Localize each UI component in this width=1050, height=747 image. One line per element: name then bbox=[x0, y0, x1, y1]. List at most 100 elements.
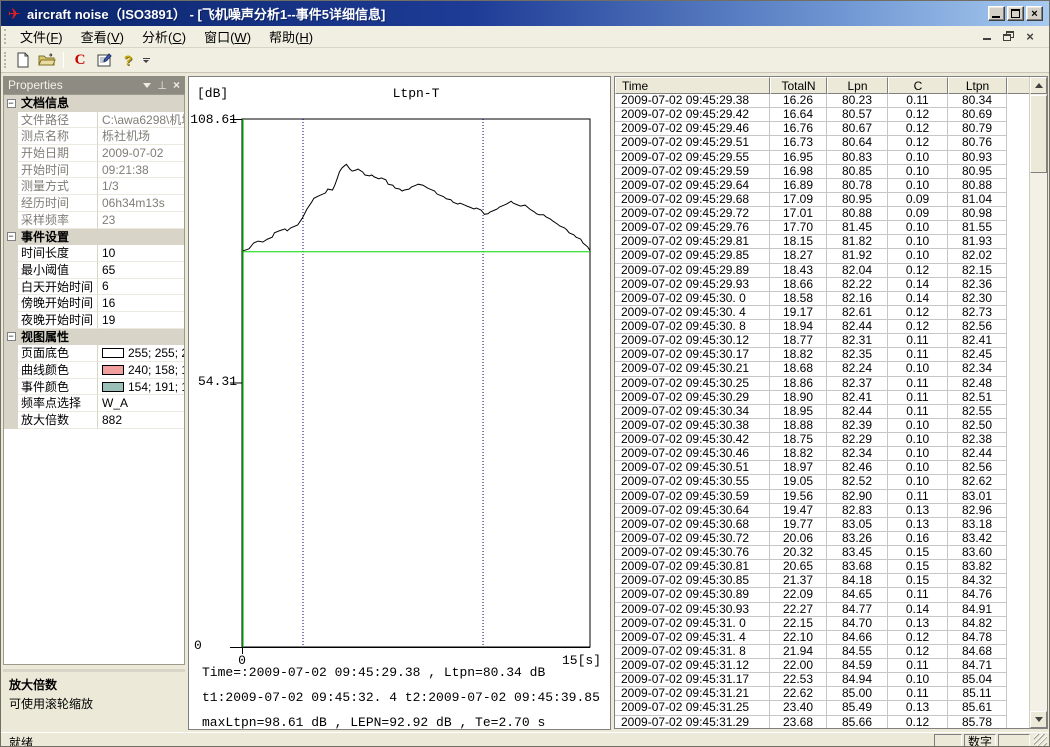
table-row[interactable]: 2009-07-02 09:45:29.5916.9880.850.1080.9… bbox=[615, 165, 1029, 179]
property-value[interactable]: 19 bbox=[98, 312, 184, 329]
column-header-ltpn[interactable]: Ltpn bbox=[948, 77, 1007, 94]
table-row[interactable]: 2009-07-02 09:45:31.1222.0084.590.1184.7… bbox=[615, 659, 1029, 673]
table-row[interactable]: 2009-07-02 09:45:30.3818.8882.390.1082.5… bbox=[615, 419, 1029, 433]
property-value[interactable]: 240; 158; 15 bbox=[98, 362, 184, 379]
menubar-grip[interactable] bbox=[4, 29, 8, 44]
panel-close-icon[interactable]: × bbox=[173, 80, 180, 90]
table-row[interactable]: 2009-07-02 09:45:31.2523.4085.490.1385.6… bbox=[615, 701, 1029, 715]
property-group-header[interactable]: −事件设置 bbox=[4, 229, 184, 246]
scroll-down-button[interactable] bbox=[1030, 711, 1047, 728]
table-row[interactable]: 2009-07-02 09:45:29.7217.0180.880.0980.9… bbox=[615, 207, 1029, 221]
toolbar-grip[interactable] bbox=[4, 52, 8, 69]
column-header-c[interactable]: C bbox=[888, 77, 948, 94]
table-row[interactable]: 2009-07-02 09:45:29.6817.0980.950.0981.0… bbox=[615, 193, 1029, 207]
menu-item[interactable]: 文件(F) bbox=[11, 25, 72, 48]
property-value[interactable]: 23 bbox=[98, 212, 184, 229]
table-row[interactable]: 2009-07-02 09:45:30.2118.6882.240.1082.3… bbox=[615, 362, 1029, 376]
property-group-header[interactable]: −视图属性 bbox=[4, 329, 184, 346]
table-row[interactable]: 2009-07-02 09:45:30.5118.9782.460.1082.5… bbox=[615, 461, 1029, 475]
table-scrollbar[interactable] bbox=[1029, 77, 1047, 728]
chart-plot[interactable] bbox=[189, 77, 610, 729]
property-value[interactable]: 06h34m13s bbox=[98, 195, 184, 212]
table-row[interactable]: 2009-07-02 09:45:31.2923.6885.660.1285.7… bbox=[615, 716, 1029, 730]
table-row[interactable]: 2009-07-02 09:45:29.8118.1581.820.1081.9… bbox=[615, 235, 1029, 249]
property-value[interactable]: W_A bbox=[98, 395, 184, 412]
property-value[interactable]: C:\awa6298\机场 bbox=[98, 112, 184, 129]
table-row[interactable]: 2009-07-02 09:45:31. 422.1084.660.1284.7… bbox=[615, 631, 1029, 645]
table-row[interactable]: 2009-07-02 09:45:30.1718.8282.350.1182.4… bbox=[615, 348, 1029, 362]
table-row[interactable]: 2009-07-02 09:45:29.3816.2680.230.1180.3… bbox=[615, 94, 1029, 108]
minimize-button[interactable] bbox=[988, 6, 1005, 21]
menu-item[interactable]: 分析(C) bbox=[133, 25, 195, 48]
table-row[interactable]: 2009-07-02 09:45:30.8922.0984.650.1184.7… bbox=[615, 588, 1029, 602]
resize-grip[interactable] bbox=[1034, 734, 1047, 747]
table-row[interactable]: 2009-07-02 09:45:31. 821.9484.550.1284.6… bbox=[615, 645, 1029, 659]
table-row[interactable]: 2009-07-02 09:45:30.8521.3784.180.1584.3… bbox=[615, 574, 1029, 588]
table-row[interactable]: 2009-07-02 09:45:30. 818.9482.440.1282.5… bbox=[615, 320, 1029, 334]
close-button[interactable]: × bbox=[1026, 6, 1043, 21]
table-row[interactable]: 2009-07-02 09:45:29.4616.7680.670.1280.7… bbox=[615, 122, 1029, 136]
properties-button[interactable] bbox=[93, 50, 115, 71]
table-row[interactable]: 2009-07-02 09:45:30.8120.6583.680.1583.8… bbox=[615, 560, 1029, 574]
property-value[interactable]: 65 bbox=[98, 262, 184, 279]
scroll-up-button[interactable] bbox=[1030, 77, 1047, 94]
table-row[interactable]: 2009-07-02 09:45:30.2518.8682.370.1182.4… bbox=[615, 377, 1029, 391]
table-row[interactable]: 2009-07-02 09:45:30.7620.3283.450.1583.6… bbox=[615, 546, 1029, 560]
table-row[interactable]: 2009-07-02 09:45:29.9318.6682.220.1482.3… bbox=[615, 278, 1029, 292]
maximize-button[interactable] bbox=[1007, 6, 1024, 21]
property-value[interactable]: 09:21:38 bbox=[98, 162, 184, 179]
property-value[interactable]: 154; 191; 18 bbox=[98, 379, 184, 396]
table-row[interactable]: 2009-07-02 09:45:29.6416.8980.780.1080.8… bbox=[615, 179, 1029, 193]
table-row[interactable]: 2009-07-02 09:45:30.4618.8282.340.1082.4… bbox=[615, 447, 1029, 461]
menu-item[interactable]: 帮助(H) bbox=[260, 25, 322, 48]
table-row[interactable]: 2009-07-02 09:45:31.1722.5384.940.1085.0… bbox=[615, 673, 1029, 687]
table-row[interactable]: 2009-07-02 09:45:29.7617.7081.450.1081.5… bbox=[615, 221, 1029, 235]
property-value[interactable]: 2009-07-02 bbox=[98, 145, 184, 162]
table-row[interactable]: 2009-07-02 09:45:29.5116.7380.640.1280.7… bbox=[615, 136, 1029, 150]
collapse-icon[interactable]: − bbox=[7, 99, 16, 108]
mdi-restore-button[interactable] bbox=[1002, 30, 1016, 43]
table-row[interactable]: 2009-07-02 09:45:30.7220.0683.260.1683.4… bbox=[615, 532, 1029, 546]
column-header-time[interactable]: Time bbox=[615, 77, 770, 94]
open-file-button[interactable] bbox=[36, 50, 58, 71]
pin-icon[interactable]: ⊥ bbox=[157, 79, 167, 92]
table-row[interactable]: 2009-07-02 09:45:30.6419.4782.830.1382.9… bbox=[615, 504, 1029, 518]
table-row[interactable]: 2009-07-02 09:45:29.4216.6480.570.1280.6… bbox=[615, 108, 1029, 122]
new-document-button[interactable] bbox=[12, 50, 34, 71]
property-value[interactable]: 10 bbox=[98, 245, 184, 262]
property-value[interactable]: 16 bbox=[98, 295, 184, 312]
scrollbar-thumb[interactable] bbox=[1030, 95, 1047, 173]
help-button[interactable]: ? bbox=[117, 50, 139, 71]
table-row[interactable]: 2009-07-02 09:45:30.5519.0582.520.1082.6… bbox=[615, 475, 1029, 489]
property-group-header[interactable]: −文档信息 bbox=[4, 95, 184, 112]
property-value[interactable]: 6 bbox=[98, 279, 184, 296]
table-row[interactable]: 2009-07-02 09:45:30.9322.2784.770.1484.9… bbox=[615, 603, 1029, 617]
table-row[interactable]: 2009-07-02 09:45:30.6819.7783.050.1383.1… bbox=[615, 518, 1029, 532]
table-row[interactable]: 2009-07-02 09:45:30. 018.5882.160.1482.3… bbox=[615, 292, 1029, 306]
property-value[interactable]: 1/3 bbox=[98, 178, 184, 195]
column-header-lpn[interactable]: Lpn bbox=[827, 77, 888, 94]
toolbar-overflow-button[interactable] bbox=[140, 50, 152, 71]
table-row[interactable]: 2009-07-02 09:45:31.2122.6285.000.1185.1… bbox=[615, 687, 1029, 701]
collapse-icon[interactable]: − bbox=[7, 232, 16, 241]
column-header-totaln[interactable]: TotalN bbox=[770, 77, 827, 94]
mdi-minimize-button[interactable] bbox=[981, 30, 995, 43]
table-row[interactable]: 2009-07-02 09:45:29.8518.2781.920.1082.0… bbox=[615, 249, 1029, 263]
table-row[interactable]: 2009-07-02 09:45:30.2918.9082.410.1182.5… bbox=[615, 391, 1029, 405]
menu-item[interactable]: 窗口(W) bbox=[195, 25, 260, 48]
analysis-button[interactable]: C bbox=[69, 50, 91, 71]
panel-menu-icon[interactable] bbox=[143, 83, 151, 88]
property-value[interactable]: 栎社机场 bbox=[98, 128, 184, 145]
collapse-icon[interactable]: − bbox=[7, 332, 16, 341]
table-row[interactable]: 2009-07-02 09:45:30. 419.1782.610.1282.7… bbox=[615, 306, 1029, 320]
table-row[interactable]: 2009-07-02 09:45:31. 022.1584.700.1384.8… bbox=[615, 617, 1029, 631]
property-value[interactable]: 882 bbox=[98, 412, 184, 429]
table-row[interactable]: 2009-07-02 09:45:30.4218.7582.290.1082.3… bbox=[615, 433, 1029, 447]
menu-item[interactable]: 查看(V) bbox=[72, 25, 133, 48]
mdi-close-button[interactable]: × bbox=[1023, 30, 1037, 43]
table-row[interactable]: 2009-07-02 09:45:30.5919.5682.900.1183.0… bbox=[615, 490, 1029, 504]
table-row[interactable]: 2009-07-02 09:45:30.3418.9582.440.1182.5… bbox=[615, 405, 1029, 419]
property-value[interactable]: 255; 255; 25 bbox=[98, 345, 184, 362]
table-row[interactable]: 2009-07-02 09:45:30.1218.7782.310.1182.4… bbox=[615, 334, 1029, 348]
table-row[interactable]: 2009-07-02 09:45:29.5516.9580.830.1080.9… bbox=[615, 151, 1029, 165]
